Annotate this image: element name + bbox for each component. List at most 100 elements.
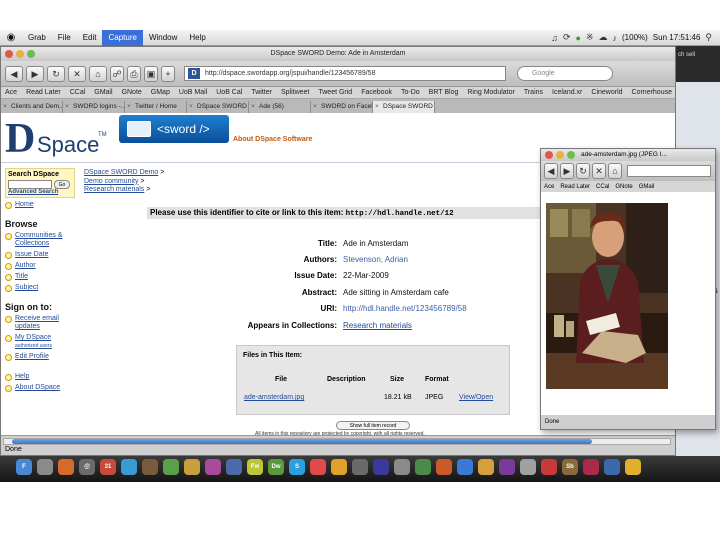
address-bar[interactable]: D http://dspace.swordapp.org/jspui/handl…	[184, 66, 506, 81]
menu-help[interactable]: Help	[183, 30, 211, 46]
apple-menu-icon[interactable]: ◉	[0, 32, 22, 43]
breadcrumb-link[interactable]: Research materials	[84, 186, 144, 193]
bookmark-item[interactable]: Read Later	[560, 184, 590, 190]
dock-app-icon[interactable]	[625, 459, 641, 475]
status-dot-icon[interactable]: ●	[576, 33, 581, 43]
dock-app-icon[interactable]	[58, 459, 74, 475]
minimize-window-icon[interactable]	[556, 151, 564, 159]
bookmark-item[interactable]: Splitweet	[281, 89, 309, 96]
back-icon[interactable]: ◀	[544, 163, 558, 179]
stop-icon[interactable]: ✕	[68, 65, 86, 82]
sidebar-item-title[interactable]: Title	[5, 273, 75, 281]
dock-app-icon[interactable]	[184, 459, 200, 475]
bookmark-item[interactable]: Ring Modulator	[467, 89, 514, 96]
dspace-logo[interactable]: D Space TM	[3, 113, 107, 163]
dock-app-icon[interactable]	[436, 459, 452, 475]
menubar-clock[interactable]: Sun 17:51:46	[653, 33, 701, 42]
sidebar-item-my-dspace[interactable]: My DSpace authorized users	[5, 334, 75, 350]
sidebar-item-author[interactable]: Author	[5, 262, 75, 270]
dock-app-icon[interactable]	[331, 459, 347, 475]
bookmark-item[interactable]: Twitter	[251, 89, 272, 96]
popup-address-bar[interactable]	[627, 165, 711, 177]
bookmark-item[interactable]: CCal	[70, 89, 86, 96]
menu-window[interactable]: Window	[143, 30, 183, 46]
spotlight-icon[interactable]: ⚲	[705, 32, 712, 43]
about-dspace-link[interactable]: About DSpace Software	[233, 136, 312, 143]
home-icon[interactable]: ⌂	[89, 65, 107, 82]
sidebar-item-issue-date[interactable]: Issue Date	[5, 251, 75, 259]
dock-app-icon[interactable]	[37, 459, 53, 475]
sidebar-item-communities[interactable]: Communities & Collections	[5, 232, 75, 248]
wifi-icon[interactable]: ☁	[599, 32, 608, 43]
bookmark-item[interactable]: UoB Mail	[179, 89, 207, 96]
dock-app-icon[interactable]	[352, 459, 368, 475]
bookmark-item[interactable]: BRT Blog	[429, 89, 459, 96]
uri-link[interactable]: http://hdl.handle.net/123456789/58	[343, 304, 467, 313]
reload-icon[interactable]: ↻	[576, 163, 590, 179]
sidebar-item-home[interactable]: Home	[5, 201, 75, 209]
tab-sword-logins[interactable]: SWORD logins -...	[63, 101, 125, 113]
bookmark-item[interactable]: GNote	[122, 89, 142, 96]
bookmark-item[interactable]: Ace	[5, 89, 17, 96]
dock-app-icon[interactable]	[394, 459, 410, 475]
dock-app-icon[interactable]: Sb	[562, 459, 578, 475]
tab-clients[interactable]: Clients and Dem...	[1, 101, 63, 113]
dock-app-icon[interactable]: 31	[100, 459, 116, 475]
scrollbar-thumb[interactable]	[12, 439, 592, 444]
bookmark-item[interactable]: GNote	[615, 184, 632, 190]
sidebar-item-help[interactable]: Help	[5, 373, 75, 381]
music-note-icon[interactable]: ♫	[551, 33, 558, 43]
add-bookmark-icon[interactable]: +	[161, 65, 175, 82]
dock-app-icon[interactable]	[121, 459, 137, 475]
sidebar-search-input[interactable]	[8, 180, 52, 189]
dock-app-icon[interactable]	[373, 459, 389, 475]
tab-dspace-sword[interactable]: DSpace SWORD ...	[187, 101, 249, 113]
author-link[interactable]: Stevenson, Adrian	[343, 255, 408, 264]
dock-app-icon[interactable]: @	[79, 459, 95, 475]
sidebar-item-email-updates[interactable]: Receive email updates	[5, 315, 75, 331]
bookmark-item[interactable]: UoB Cal	[216, 89, 242, 96]
menu-capture[interactable]: Capture	[102, 29, 143, 46]
home-icon[interactable]: ⌂	[608, 163, 622, 179]
bookmark-item[interactable]: Read Later	[26, 89, 61, 96]
bluetooth-icon[interactable]: ※	[586, 32, 594, 43]
dock-app-icon[interactable]: Fw	[247, 459, 263, 475]
bookmark-item[interactable]: GMail	[94, 89, 112, 96]
sidebar-item-edit-profile[interactable]: Edit Profile	[5, 353, 75, 361]
bookmark-item[interactable]: Tweet Grid	[318, 89, 352, 96]
tab-sword-facebook[interactable]: SWORD on Faceb...	[311, 101, 373, 113]
dock-app-icon[interactable]	[226, 459, 242, 475]
menu-grab[interactable]: Grab	[22, 30, 52, 46]
back-icon[interactable]: ◀	[5, 65, 23, 82]
view-open-link[interactable]: View/Open	[459, 394, 493, 401]
dock-app-icon[interactable]	[415, 459, 431, 475]
bookmark-icon[interactable]: ☍	[110, 65, 124, 82]
dock-app-icon[interactable]: Dw	[268, 459, 284, 475]
breadcrumb-link[interactable]: Demo community	[84, 178, 138, 185]
sync-icon[interactable]: ⟳	[563, 32, 571, 43]
dock-app-icon[interactable]	[310, 459, 326, 475]
zoom-window-icon[interactable]	[567, 151, 575, 159]
dock-app-icon[interactable]	[499, 459, 515, 475]
tab-twitter[interactable]: Twitter / Home	[125, 101, 187, 113]
file-name-link[interactable]: ade-amsterdam.jpg	[244, 394, 304, 401]
bookmark-item[interactable]: CCal	[596, 184, 609, 190]
forward-icon[interactable]: ▶	[560, 163, 574, 179]
bookmark-item[interactable]: Facebook	[361, 89, 392, 96]
tab-ade[interactable]: Ade (56)	[249, 101, 311, 113]
collection-link[interactable]: Research materials	[343, 321, 412, 330]
bookmark-item[interactable]: GMap	[151, 89, 170, 96]
bookmark-item[interactable]: Trains	[524, 89, 543, 96]
volume-icon[interactable]: ♪	[613, 33, 618, 43]
menu-file[interactable]: File	[52, 30, 77, 46]
tab-dspace-sword-active[interactable]: DSpace SWORD ...	[373, 101, 435, 113]
dock-app-icon[interactable]: F	[16, 459, 32, 475]
breadcrumb-link[interactable]: DSpace SWORD Demo	[84, 169, 158, 176]
dock-app-icon[interactable]	[604, 459, 620, 475]
sidebar-item-subject[interactable]: Subject	[5, 284, 75, 292]
menu-edit[interactable]: Edit	[77, 30, 103, 46]
stop-icon[interactable]: ✕	[592, 163, 606, 179]
addon-icon[interactable]: ▣	[144, 65, 158, 82]
advanced-search-link[interactable]: Advanced Search	[8, 189, 72, 195]
dock-app-icon[interactable]	[541, 459, 557, 475]
